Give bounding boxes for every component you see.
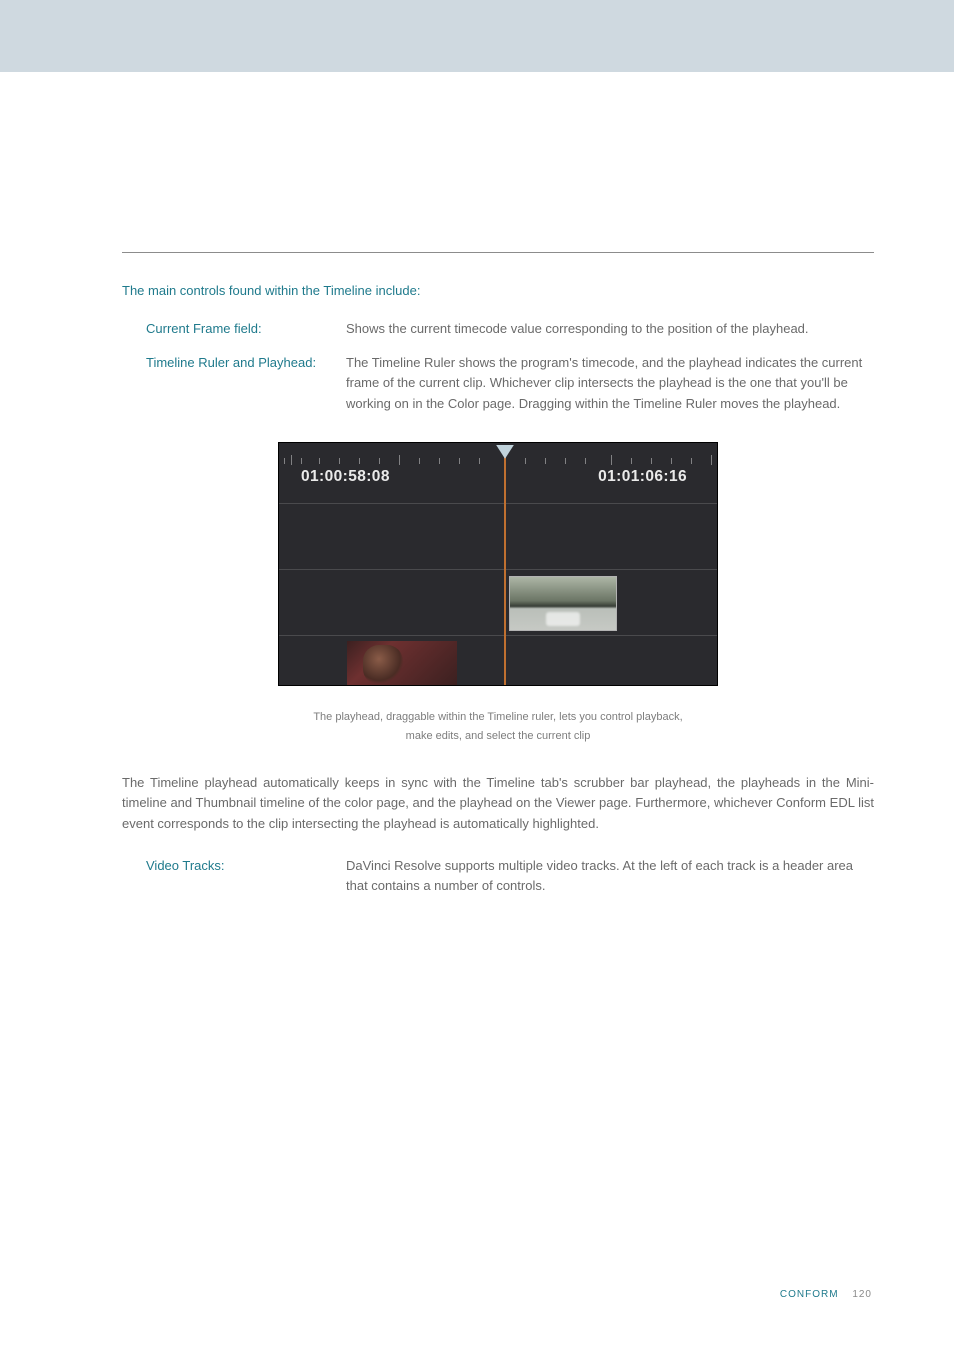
caption-line: The playhead, draggable within the Timel… <box>313 711 682 723</box>
term-timeline-ruler-playhead: Timeline Ruler and Playhead: <box>146 353 346 373</box>
clip-thumbnail <box>509 576 617 631</box>
desc-timeline-ruler-playhead: The Timeline Ruler shows the program's t… <box>346 353 874 413</box>
definition-item: Video Tracks: DaVinci Resolve supports m… <box>146 856 874 896</box>
page-footer: CONFORM 120 <box>780 1287 872 1303</box>
footer-section: CONFORM <box>780 1289 839 1300</box>
definition-list: Current Frame field: Shows the current t… <box>122 319 874 414</box>
page-header-bar <box>0 0 954 72</box>
clip-thumbnail <box>347 641 457 685</box>
track-divider <box>279 569 717 570</box>
figure-caption: The playhead, draggable within the Timel… <box>122 708 874 745</box>
section-intro: The main controls found within the Timel… <box>122 281 874 301</box>
footer-page-number: 120 <box>852 1289 872 1300</box>
desc-video-tracks: DaVinci Resolve supports multiple video … <box>346 856 874 896</box>
term-video-tracks: Video Tracks: <box>146 856 346 876</box>
playhead-line <box>504 457 506 686</box>
definition-item: Current Frame field: Shows the current t… <box>146 319 874 339</box>
page-content: The main controls found within the Timel… <box>0 72 954 896</box>
timeline-ruler: 01:00:58:08 01:01:06:16 <box>279 453 717 493</box>
timeline-screenshot: 01:00:58:08 01:01:06:16 <box>278 442 718 686</box>
figure-wrap: 01:00:58:08 01:01:06:16 <box>122 442 874 692</box>
definition-list: Video Tracks: DaVinci Resolve supports m… <box>122 856 874 896</box>
track-divider <box>279 635 717 636</box>
section-divider <box>122 252 874 253</box>
caption-line: make edits, and select the current clip <box>406 730 591 742</box>
track-divider <box>279 503 717 504</box>
timecode-left: 01:00:58:08 <box>301 465 390 489</box>
body-paragraph: The Timeline playhead automatically keep… <box>122 773 874 833</box>
desc-current-frame-field: Shows the current timecode value corresp… <box>346 319 874 339</box>
timecode-right: 01:01:06:16 <box>598 465 687 489</box>
term-current-frame-field: Current Frame field: <box>146 319 346 339</box>
definition-item: Timeline Ruler and Playhead: The Timelin… <box>146 353 874 413</box>
